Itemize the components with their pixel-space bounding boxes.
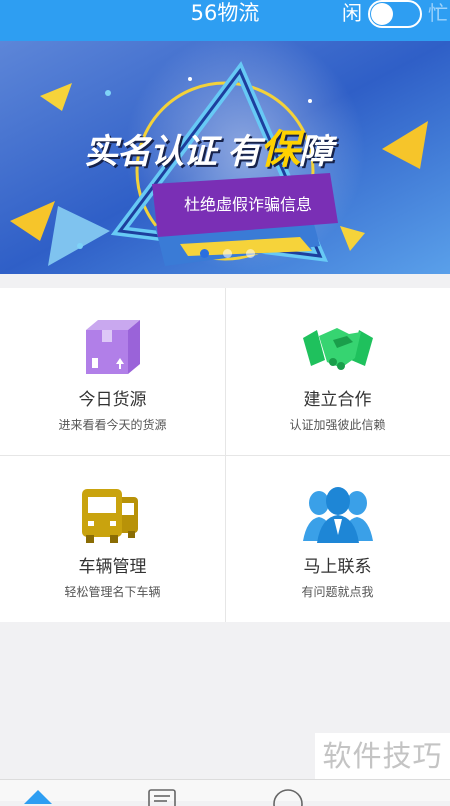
status-idle-label: 闲 xyxy=(342,1,362,25)
document-icon[interactable] xyxy=(145,788,181,806)
feature-contact-now[interactable]: 马上联系 有问题就点我 xyxy=(225,455,450,622)
toggle-knob xyxy=(371,3,393,25)
feature-desc: 进来看看今天的货源 xyxy=(58,418,167,432)
feature-name: 车辆管理 xyxy=(78,557,147,577)
feature-grid: 今日货源 进来看看今天的货源 建立合作 认证加强彼此信赖 车辆管理 轻松管理名下… xyxy=(0,288,450,622)
banner-subtitle: 杜绝虚假诈骗信息 xyxy=(183,195,312,214)
pager-dot[interactable] xyxy=(200,249,209,258)
home-icon[interactable] xyxy=(20,788,56,806)
bottom-tab-bar xyxy=(0,779,450,806)
app-header: 56物流 闲 忙 xyxy=(0,0,450,41)
trucks-icon xyxy=(82,489,138,543)
feature-desc: 有问题就点我 xyxy=(301,585,374,599)
promo-banner[interactable]: 实名认证 有保障 杜绝虚假诈骗信息 xyxy=(0,41,450,274)
profile-icon[interactable] xyxy=(270,788,306,806)
feature-desc: 轻松管理名下车辆 xyxy=(64,585,161,599)
pager-dot[interactable] xyxy=(223,249,232,258)
handshake-icon xyxy=(303,328,373,370)
grid-divider-horizontal xyxy=(0,455,450,456)
availability-toggle[interactable] xyxy=(368,0,422,28)
banner-pager[interactable] xyxy=(200,249,255,258)
package-box-icon xyxy=(86,320,140,374)
feature-today-supply[interactable]: 今日货源 进来看看今天的货源 xyxy=(0,288,225,455)
feature-name: 今日货源 xyxy=(78,390,147,410)
feature-name: 马上联系 xyxy=(303,557,372,577)
feature-cooperation[interactable]: 建立合作 认证加强彼此信赖 xyxy=(225,288,450,455)
watermark: 软件技巧 xyxy=(315,733,450,779)
status-busy-label: 忙 xyxy=(428,1,448,25)
people-icon xyxy=(303,487,373,543)
feature-vehicle-management[interactable]: 车辆管理 轻松管理名下车辆 xyxy=(0,455,225,622)
feature-desc: 认证加强彼此信赖 xyxy=(289,418,386,432)
banner-headline: 实名认证 有保障 xyxy=(84,127,333,173)
feature-name: 建立合作 xyxy=(303,390,372,410)
pager-dot[interactable] xyxy=(246,249,255,258)
